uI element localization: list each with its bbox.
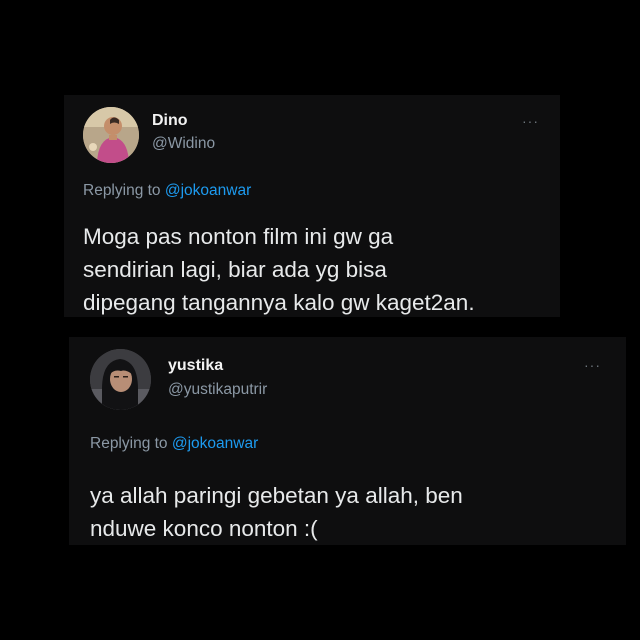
reply-mention-link[interactable]: @jokoanwar	[172, 435, 258, 452]
more-dots-icon[interactable]: ···	[522, 113, 539, 129]
tweet-text-line: ya allah paringi gebetan ya allah, ben	[90, 483, 463, 508]
replying-to-label: Replying to	[83, 182, 161, 199]
tweet-card[interactable]: Dino @Widino ··· Replying to @jokoanwar …	[64, 95, 560, 317]
replying-to-line: Replying to @jokoanwar	[83, 182, 251, 200]
reply-mention-link[interactable]: @jokoanwar	[165, 182, 251, 199]
avatar[interactable]	[83, 107, 139, 163]
tweet-text-line: Moga pas nonton film ini gw ga	[83, 224, 394, 249]
avatar-photo-icon	[83, 107, 139, 163]
display-name[interactable]: yustika	[168, 357, 223, 375]
tweet-text-line: dipegang tangannya kalo gw kaget2an.	[83, 290, 475, 315]
more-dots-icon[interactable]: ···	[584, 357, 601, 373]
avatar-photo-icon	[90, 349, 151, 410]
avatar[interactable]	[90, 349, 151, 410]
user-handle[interactable]: @yustikaputrir	[168, 381, 267, 399]
tweet-card[interactable]: yustika @yustikaputrir ··· Replying to @…	[69, 337, 626, 545]
tweet-text-line: nduwe konco nonton :(	[90, 516, 318, 541]
tweet-text: ya allah paringi gebetan ya allah, ben n…	[90, 479, 620, 545]
replying-to-label: Replying to	[90, 435, 168, 452]
display-name[interactable]: Dino	[152, 112, 188, 130]
replying-to-line: Replying to @jokoanwar	[90, 435, 258, 453]
tweet-text: Moga pas nonton film ini gw ga sendirian…	[83, 220, 553, 319]
tweet-text-line: sendirian lagi, biar ada yg bisa	[83, 257, 387, 282]
user-handle[interactable]: @Widino	[152, 135, 215, 153]
